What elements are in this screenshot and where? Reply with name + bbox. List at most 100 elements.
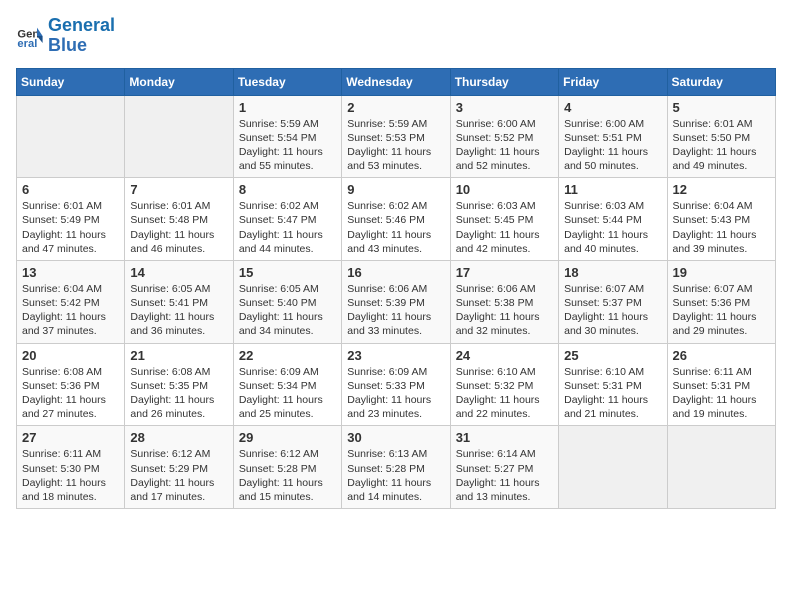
day-number: 2 [347, 100, 444, 115]
day-info: Sunrise: 6:03 AM Sunset: 5:45 PM Dayligh… [456, 199, 553, 256]
day-number: 9 [347, 182, 444, 197]
calendar-table: SundayMondayTuesdayWednesdayThursdayFrid… [16, 68, 776, 509]
day-number: 29 [239, 430, 336, 445]
day-number: 24 [456, 348, 553, 363]
weekday-header-thursday: Thursday [450, 68, 558, 95]
day-number: 11 [564, 182, 661, 197]
day-number: 16 [347, 265, 444, 280]
day-number: 3 [456, 100, 553, 115]
calendar-cell: 10 Sunrise: 6:03 AM Sunset: 5:45 PM Dayli… [450, 178, 558, 261]
day-info: Sunrise: 6:01 AM Sunset: 5:49 PM Dayligh… [22, 199, 119, 256]
weekday-header-sunday: Sunday [17, 68, 125, 95]
day-number: 31 [456, 430, 553, 445]
calendar-cell: 9 Sunrise: 6:02 AM Sunset: 5:46 PM Daylig… [342, 178, 450, 261]
day-number: 10 [456, 182, 553, 197]
calendar-cell: 29 Sunrise: 6:12 AM Sunset: 5:28 PM Dayli… [233, 426, 341, 509]
day-info: Sunrise: 6:02 AM Sunset: 5:46 PM Dayligh… [347, 199, 444, 256]
day-info: Sunrise: 6:08 AM Sunset: 5:36 PM Dayligh… [22, 365, 119, 422]
day-number: 18 [564, 265, 661, 280]
day-number: 26 [673, 348, 770, 363]
day-number: 19 [673, 265, 770, 280]
calendar-cell: 12 Sunrise: 6:04 AM Sunset: 5:43 PM Dayli… [667, 178, 775, 261]
calendar-cell: 24 Sunrise: 6:10 AM Sunset: 5:32 PM Dayli… [450, 343, 558, 426]
calendar-cell: 27 Sunrise: 6:11 AM Sunset: 5:30 PM Dayli… [17, 426, 125, 509]
day-number: 15 [239, 265, 336, 280]
day-number: 21 [130, 348, 227, 363]
day-number: 22 [239, 348, 336, 363]
day-number: 13 [22, 265, 119, 280]
calendar-cell: 1Sunrise: 5:59 AM Sunset: 5:54 PM Daylig… [233, 95, 341, 178]
calendar-cell: 26 Sunrise: 6:11 AM Sunset: 5:31 PM Dayli… [667, 343, 775, 426]
day-info: Sunrise: 6:06 AM Sunset: 5:38 PM Dayligh… [456, 282, 553, 339]
weekday-header-wednesday: Wednesday [342, 68, 450, 95]
day-number: 4 [564, 100, 661, 115]
svg-text:eral: eral [17, 38, 37, 50]
day-info: Sunrise: 6:14 AM Sunset: 5:27 PM Dayligh… [456, 447, 553, 504]
day-info: Sunrise: 6:07 AM Sunset: 5:36 PM Dayligh… [673, 282, 770, 339]
calendar-cell: 18 Sunrise: 6:07 AM Sunset: 5:37 PM Dayli… [559, 260, 667, 343]
day-info: Sunrise: 6:12 AM Sunset: 5:28 PM Dayligh… [239, 447, 336, 504]
day-number: 8 [239, 182, 336, 197]
day-info: Sunrise: 6:01 AM Sunset: 5:48 PM Dayligh… [130, 199, 227, 256]
calendar-cell: 23 Sunrise: 6:09 AM Sunset: 5:33 PM Dayli… [342, 343, 450, 426]
calendar-header: SundayMondayTuesdayWednesdayThursdayFrid… [17, 68, 776, 95]
day-number: 28 [130, 430, 227, 445]
calendar-cell: 25Sunrise: 6:10 AM Sunset: 5:31 PM Dayli… [559, 343, 667, 426]
calendar-cell: 28Sunrise: 6:12 AM Sunset: 5:29 PM Dayli… [125, 426, 233, 509]
page-header: Gen eral GeneralBlue [16, 16, 776, 56]
calendar-cell: 8Sunrise: 6:02 AM Sunset: 5:47 PM Daylig… [233, 178, 341, 261]
day-info: Sunrise: 6:13 AM Sunset: 5:28 PM Dayligh… [347, 447, 444, 504]
day-number: 14 [130, 265, 227, 280]
day-info: Sunrise: 6:00 AM Sunset: 5:52 PM Dayligh… [456, 117, 553, 174]
day-number: 7 [130, 182, 227, 197]
day-info: Sunrise: 6:00 AM Sunset: 5:51 PM Dayligh… [564, 117, 661, 174]
calendar-cell: 4 Sunrise: 6:00 AM Sunset: 5:51 PM Daylig… [559, 95, 667, 178]
calendar-cell: 3 Sunrise: 6:00 AM Sunset: 5:52 PM Daylig… [450, 95, 558, 178]
day-info: Sunrise: 6:05 AM Sunset: 5:41 PM Dayligh… [130, 282, 227, 339]
day-number: 5 [673, 100, 770, 115]
logo-text: GeneralBlue [48, 16, 115, 56]
calendar-cell: 6 Sunrise: 6:01 AM Sunset: 5:49 PM Daylig… [17, 178, 125, 261]
calendar-cell: 5 Sunrise: 6:01 AM Sunset: 5:50 PM Daylig… [667, 95, 775, 178]
calendar-cell: 20 Sunrise: 6:08 AM Sunset: 5:36 PM Dayli… [17, 343, 125, 426]
day-number: 30 [347, 430, 444, 445]
calendar-cell: 16 Sunrise: 6:06 AM Sunset: 5:39 PM Dayli… [342, 260, 450, 343]
calendar-cell: 11 Sunrise: 6:03 AM Sunset: 5:44 PM Dayli… [559, 178, 667, 261]
day-info: Sunrise: 6:11 AM Sunset: 5:30 PM Dayligh… [22, 447, 119, 504]
day-info: Sunrise: 6:07 AM Sunset: 5:37 PM Dayligh… [564, 282, 661, 339]
day-number: 20 [22, 348, 119, 363]
day-number: 12 [673, 182, 770, 197]
weekday-header-row: SundayMondayTuesdayWednesdayThursdayFrid… [17, 68, 776, 95]
day-info: Sunrise: 6:04 AM Sunset: 5:43 PM Dayligh… [673, 199, 770, 256]
logo: Gen eral GeneralBlue [16, 16, 115, 56]
weekday-header-saturday: Saturday [667, 68, 775, 95]
calendar-cell: 13Sunrise: 6:04 AM Sunset: 5:42 PM Dayli… [17, 260, 125, 343]
logo-icon: Gen eral [16, 22, 44, 50]
day-info: Sunrise: 6:09 AM Sunset: 5:33 PM Dayligh… [347, 365, 444, 422]
day-info: Sunrise: 6:03 AM Sunset: 5:44 PM Dayligh… [564, 199, 661, 256]
calendar-cell: 15 Sunrise: 6:05 AM Sunset: 5:40 PM Dayli… [233, 260, 341, 343]
calendar-cell [667, 426, 775, 509]
calendar-cell: 19 Sunrise: 6:07 AM Sunset: 5:36 PM Dayli… [667, 260, 775, 343]
day-number: 6 [22, 182, 119, 197]
calendar-cell: 2Sunrise: 5:59 AM Sunset: 5:53 PM Daylig… [342, 95, 450, 178]
day-info: Sunrise: 6:08 AM Sunset: 5:35 PM Dayligh… [130, 365, 227, 422]
day-number: 23 [347, 348, 444, 363]
day-info: Sunrise: 6:09 AM Sunset: 5:34 PM Dayligh… [239, 365, 336, 422]
day-info: Sunrise: 6:10 AM Sunset: 5:32 PM Dayligh… [456, 365, 553, 422]
day-number: 1 [239, 100, 336, 115]
day-info: Sunrise: 6:11 AM Sunset: 5:31 PM Dayligh… [673, 365, 770, 422]
calendar-cell: 31 Sunrise: 6:14 AM Sunset: 5:27 PM Dayli… [450, 426, 558, 509]
calendar-cell: 30 Sunrise: 6:13 AM Sunset: 5:28 PM Dayli… [342, 426, 450, 509]
day-number: 17 [456, 265, 553, 280]
calendar-week-3: 13Sunrise: 6:04 AM Sunset: 5:42 PM Dayli… [17, 260, 776, 343]
calendar-week-4: 20 Sunrise: 6:08 AM Sunset: 5:36 PM Dayli… [17, 343, 776, 426]
calendar-cell: 14 Sunrise: 6:05 AM Sunset: 5:41 PM Dayli… [125, 260, 233, 343]
day-info: Sunrise: 6:05 AM Sunset: 5:40 PM Dayligh… [239, 282, 336, 339]
calendar-week-1: 1Sunrise: 5:59 AM Sunset: 5:54 PM Daylig… [17, 95, 776, 178]
calendar-week-5: 27 Sunrise: 6:11 AM Sunset: 5:30 PM Dayli… [17, 426, 776, 509]
day-number: 27 [22, 430, 119, 445]
day-info: Sunrise: 6:01 AM Sunset: 5:50 PM Dayligh… [673, 117, 770, 174]
calendar-cell [125, 95, 233, 178]
day-info: Sunrise: 6:06 AM Sunset: 5:39 PM Dayligh… [347, 282, 444, 339]
